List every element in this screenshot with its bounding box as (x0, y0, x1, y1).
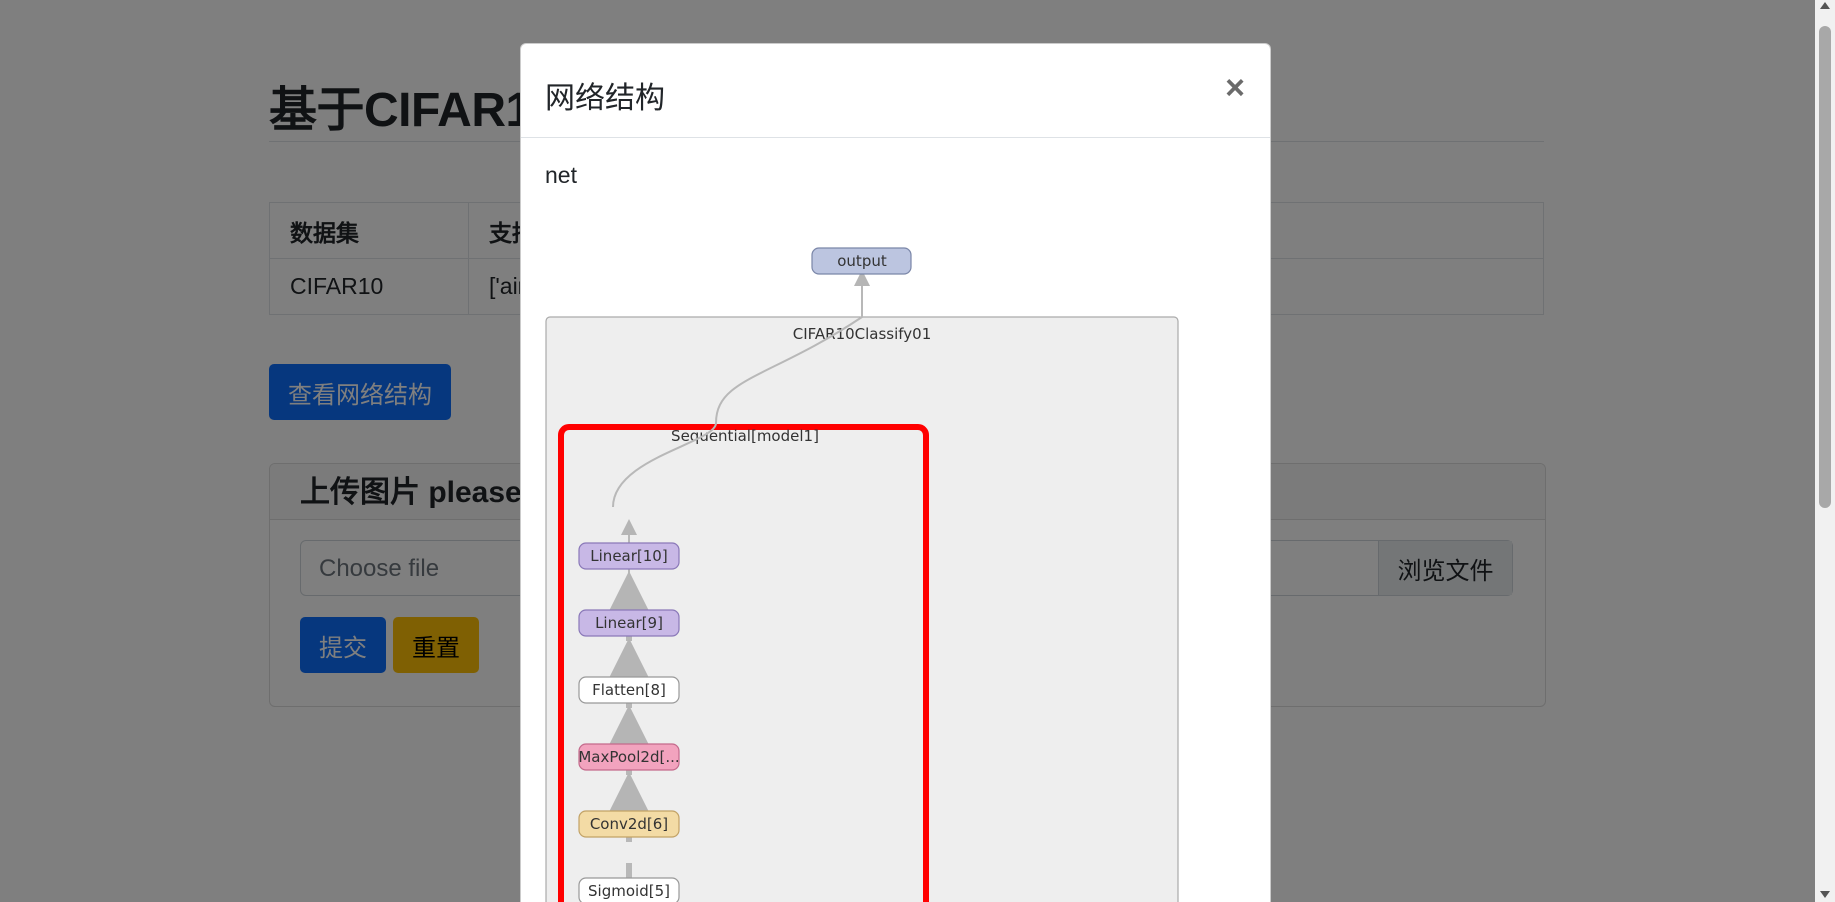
graph-node-label: Flatten[8] (592, 681, 666, 699)
output-node-label: output (837, 252, 887, 270)
graph-node-label: MaxPool2d[... (578, 748, 679, 766)
inner-cluster-label: Sequential[model1] (671, 427, 819, 445)
close-icon[interactable]: × (1225, 71, 1245, 105)
graph-node-label: Linear[9] (595, 614, 663, 632)
scroll-up-arrow-icon[interactable] (1820, 2, 1830, 9)
graph-node-label: Linear[10] (590, 547, 667, 565)
graph-node-label: Conv2d[6] (590, 815, 668, 833)
modal-title: 网络结构 (545, 82, 665, 115)
graph-node-label: Sigmoid[5] (588, 882, 670, 900)
network-graph: CIFAR10Classify01 Sequential[model1] out… (545, 247, 1179, 902)
page-scrollbar[interactable] (1815, 0, 1835, 902)
outer-cluster-label: CIFAR10Classify01 (793, 325, 932, 343)
modal-header: 网络结构 × (521, 44, 1270, 138)
network-structure-modal: 网络结构 × net CIFAR10Classify01 Sequential[… (520, 43, 1271, 902)
scroll-down-arrow-icon[interactable] (1820, 891, 1830, 898)
scrollbar-thumb[interactable] (1819, 26, 1831, 508)
